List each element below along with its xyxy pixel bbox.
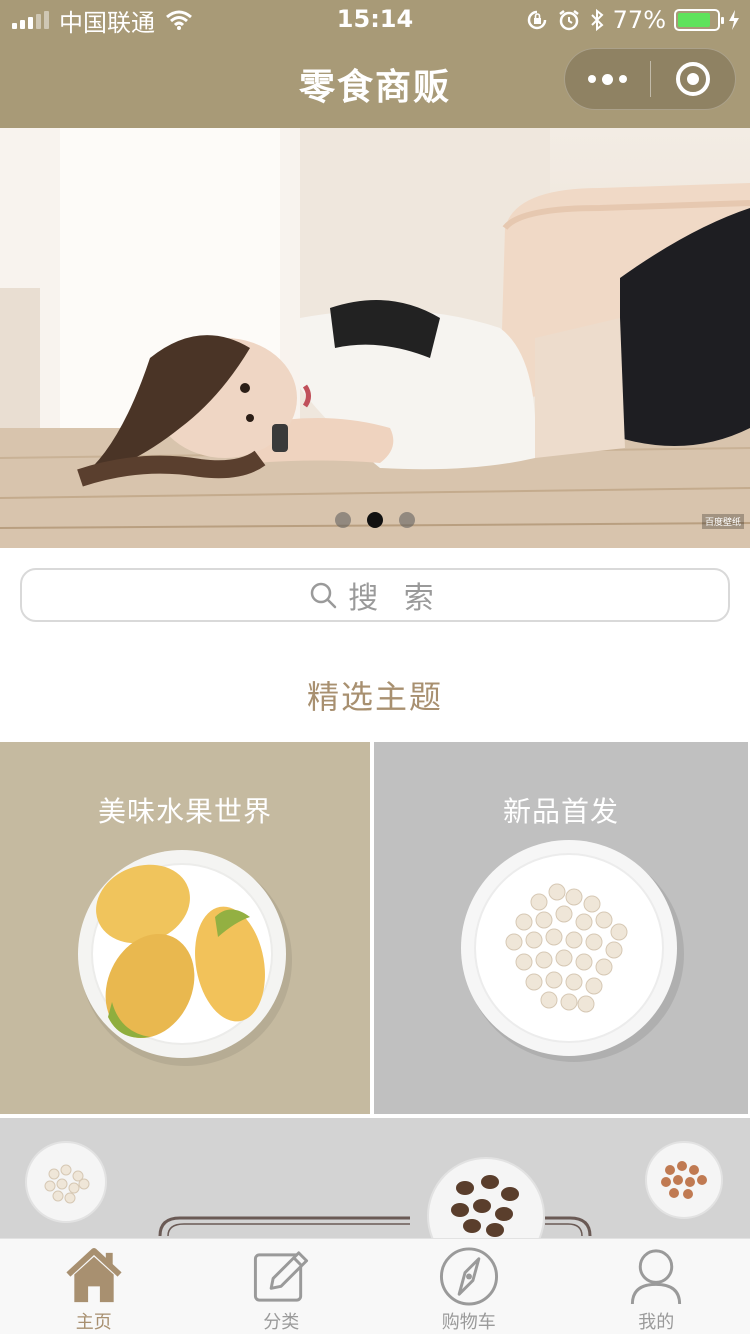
status-right: 77%: [525, 6, 740, 34]
carousel-dot-active[interactable]: [367, 512, 383, 528]
tab-label: 购物车: [441, 1312, 496, 1333]
search-input[interactable]: 搜 索: [20, 568, 730, 622]
banner-watermark: 百度壁纸: [701, 514, 744, 529]
tab-category[interactable]: 分类: [188, 1239, 376, 1334]
banner-carousel[interactable]: 百度壁纸: [0, 128, 750, 548]
tab-label: 分类: [263, 1312, 300, 1333]
banner-photo: [0, 128, 750, 548]
tab-bar: 主页 分类 购物车 我的: [0, 1238, 750, 1334]
more-dots-icon[interactable]: [565, 48, 650, 110]
theme-card-third[interactable]: [0, 1118, 750, 1240]
tab-home[interactable]: 主页: [0, 1239, 188, 1334]
carousel-dot[interactable]: [399, 512, 415, 528]
charging-icon: [729, 10, 739, 30]
home-icon: [66, 1247, 122, 1303]
tab-label: 我的: [638, 1312, 675, 1333]
mini-program-capsule: [564, 48, 736, 110]
tab-cart[interactable]: 购物车: [375, 1239, 563, 1334]
search-icon: [310, 582, 337, 609]
rotation-lock-icon: [527, 10, 546, 30]
search-placeholder: 搜 索: [348, 581, 442, 616]
status-bar: 中国联通 15:14 77%: [0, 0, 750, 40]
edit-icon: [254, 1251, 309, 1302]
theme-card-fruit[interactable]: 美味水果世界: [0, 742, 370, 1114]
tab-mine[interactable]: 我的: [563, 1239, 750, 1334]
tab-label: 主页: [75, 1312, 112, 1333]
user-icon: [631, 1249, 682, 1305]
theme-card-new[interactable]: 新品首发: [374, 742, 748, 1114]
bluetooth-icon: [590, 8, 604, 32]
alarm-icon: [558, 10, 579, 31]
compass-icon: [439, 1247, 498, 1306]
section-title: 精选主题: [306, 678, 443, 716]
carousel-indicators: [0, 512, 750, 528]
nav-bar: 零食商贩: [0, 40, 750, 128]
target-circle-icon[interactable]: [651, 48, 735, 110]
mango-plate-image: [78, 850, 292, 1066]
home-screen: 中国联通 15:14 77% 零食商贩 百度壁纸 搜 索 精选主题 美味水果世界…: [0, 0, 750, 1334]
theme-card-third-image: [25, 1141, 723, 1240]
battery-icon: [674, 9, 724, 31]
carousel-dot[interactable]: [335, 512, 351, 528]
battery-percent: 77%: [612, 6, 666, 34]
lotus-seed-plate-image: [461, 840, 684, 1062]
